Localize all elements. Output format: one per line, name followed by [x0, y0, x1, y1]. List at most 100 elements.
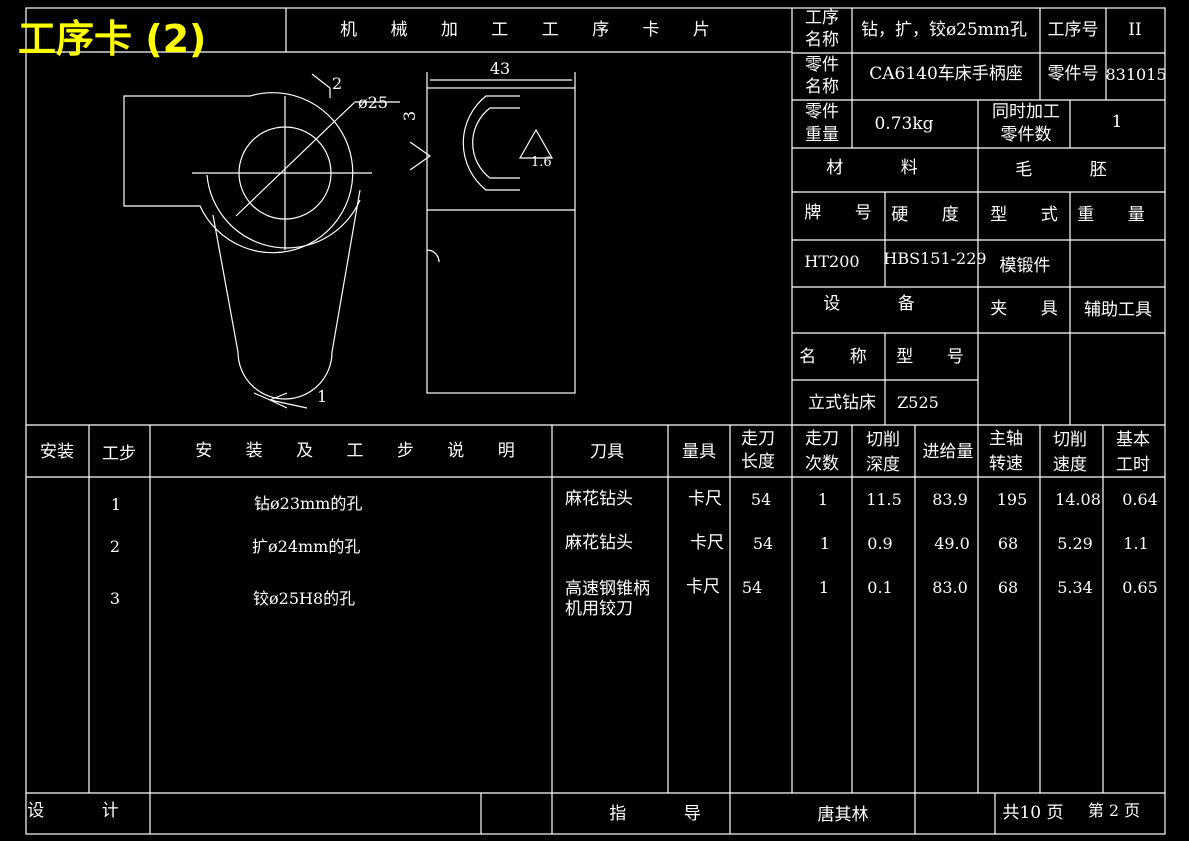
- fixture-value: 辅助工具: [1084, 300, 1152, 320]
- col-feed-len-2: 长度: [741, 452, 775, 472]
- simul-count: 1: [1111, 112, 1123, 132]
- card-title: 机 械 加 工 工 序 卡 片: [340, 20, 724, 40]
- row-step: 3: [109, 589, 121, 608]
- row-gauge: 卡尺: [688, 489, 722, 509]
- page-title: 工序卡 (2): [18, 17, 207, 61]
- col-spindle-2: 转速: [989, 454, 1023, 474]
- mark-2: 2: [332, 74, 343, 93]
- simul-label-1: 同时加工: [992, 102, 1060, 122]
- fixture-label: 夹 具: [990, 299, 1072, 319]
- process-no-label: 工序号: [1047, 20, 1099, 40]
- col-time-1: 基本: [1116, 430, 1150, 450]
- row-desc: 扩ø24mm的孔: [252, 537, 361, 556]
- side-view: [426, 87, 576, 394]
- hardness-value: HBS151-229: [883, 249, 987, 268]
- guide-label: 指 导: [609, 804, 727, 824]
- col-step: 工步: [102, 444, 136, 464]
- row-speed: 14.08: [1055, 490, 1101, 509]
- process-name-label-2: 名称: [805, 30, 839, 50]
- blank-type-value: 模锻件: [999, 256, 1051, 276]
- equipment-name-label: 名 称: [799, 347, 881, 367]
- grade-value: HT200: [804, 252, 860, 271]
- row-feed-len: 54: [752, 534, 774, 553]
- row-spindle: 68: [997, 578, 1019, 597]
- row-gauge: 卡尺: [686, 577, 720, 597]
- row-tool: 麻花钻头: [565, 533, 633, 553]
- mark-1: 1: [317, 387, 328, 406]
- row-time: 0.64: [1122, 490, 1158, 509]
- type-label: 型 式: [990, 205, 1072, 225]
- dim-width: 43: [489, 59, 511, 78]
- weight-label: 重 量: [1077, 205, 1159, 225]
- equipment-label: 设 备: [823, 294, 941, 314]
- col-depth-1: 切削: [866, 430, 900, 450]
- row-step: 1: [110, 495, 122, 514]
- material-label: 材 料: [826, 158, 944, 178]
- row-speed: 5.29: [1057, 534, 1093, 553]
- design-label: 设 计: [27, 801, 145, 821]
- col-passes-2: 次数: [805, 454, 839, 474]
- part-name: CA6140车床手柄座: [869, 64, 1023, 84]
- outer-border: [25, 7, 1166, 835]
- row-gauge: 卡尺: [690, 533, 724, 553]
- hardness-label: 硬 度: [891, 205, 973, 225]
- part-no-label: 零件号: [1047, 64, 1099, 84]
- row-passes: 1: [817, 490, 829, 509]
- part-sketch: [123, 72, 576, 409]
- row-feed: 49.0: [934, 534, 970, 553]
- row-time: 0.65: [1122, 578, 1158, 597]
- simul-label-2: 零件数: [1000, 125, 1052, 145]
- row-feed-len: 54: [741, 578, 763, 597]
- page-number: 第 2 页: [1087, 801, 1141, 820]
- col-depth-2: 深度: [866, 455, 900, 475]
- row-spindle: 68: [997, 534, 1019, 553]
- row-desc: 钻ø23mm的孔: [254, 494, 363, 513]
- col-time-2: 工时: [1116, 455, 1150, 475]
- row-feed: 83.0: [932, 578, 968, 597]
- col-feed: 进给量: [922, 442, 974, 462]
- process-no: II: [1128, 20, 1142, 40]
- row-speed: 5.34: [1057, 578, 1093, 597]
- row-time: 1.1: [1123, 534, 1149, 553]
- equipment-name: 立式钻床: [808, 393, 876, 413]
- dim-diameter: ø25: [358, 93, 388, 112]
- col-spindle-1: 主轴: [989, 429, 1023, 449]
- col-gauge: 量具: [682, 442, 716, 462]
- col-desc: 安 装 及 工 步 说 明: [195, 441, 529, 461]
- roughness-value: 1.6: [531, 155, 552, 170]
- row-passes: 1: [819, 534, 831, 553]
- col-speed-2: 速度: [1053, 455, 1087, 475]
- row-depth: 11.5: [866, 490, 902, 509]
- part-weight-label-2: 重量: [805, 125, 839, 145]
- row-desc: 铰ø25H8的孔: [253, 589, 356, 608]
- col-speed-1: 切削: [1053, 430, 1087, 450]
- row-spindle: 195: [996, 490, 1028, 509]
- part-name-label-2: 名称: [805, 77, 839, 97]
- guide-name: 唐其林: [817, 805, 869, 825]
- col-tool: 刀具: [590, 442, 624, 462]
- row-tool-line1: 高速钢锥柄: [565, 579, 650, 599]
- part-weight: 0.73kg: [874, 114, 934, 134]
- col-feed-len-1: 走刀: [741, 429, 775, 449]
- equipment-model-label: 型 号: [896, 347, 978, 367]
- dim-3: 3: [400, 110, 420, 122]
- row-tool: 麻花钻头: [565, 489, 633, 509]
- part-weight-label-1: 零件: [805, 102, 839, 122]
- equipment-model: Z525: [897, 393, 939, 412]
- row-passes: 1: [818, 578, 830, 597]
- part-name-label-1: 零件: [805, 55, 839, 75]
- row-feed-len: 54: [750, 490, 772, 509]
- total-pages: 共10 页: [1002, 803, 1064, 823]
- part-no: 831015: [1105, 65, 1167, 84]
- row-tool-line2: 机用铰刀: [565, 599, 633, 619]
- grade-label: 牌 号: [804, 203, 886, 223]
- blank-label: 毛 胚: [1015, 160, 1133, 180]
- row-step: 2: [109, 537, 121, 556]
- col-install: 安装: [40, 442, 74, 462]
- col-passes-1: 走刀: [805, 429, 839, 449]
- process-name-label-1: 工序: [805, 8, 839, 28]
- row-depth: 0.1: [867, 578, 893, 597]
- process-name: 钻，扩，铰ø25mm孔: [860, 20, 1028, 40]
- row-depth: 0.9: [867, 534, 893, 553]
- row-feed: 83.9: [932, 490, 968, 509]
